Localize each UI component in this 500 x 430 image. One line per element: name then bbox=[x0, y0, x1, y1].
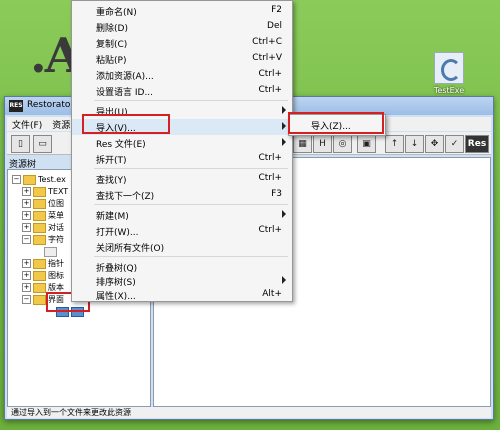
down-arrow-icon[interactable]: ↓ bbox=[405, 135, 424, 153]
menu-separator bbox=[94, 256, 288, 257]
dialog-icon[interactable]: ▣ bbox=[357, 135, 376, 153]
expand-icon[interactable]: + bbox=[22, 211, 31, 220]
check-icon[interactable]: ✓ bbox=[445, 135, 464, 153]
status-bar: 通过导入到一个文件来更改此资源 bbox=[7, 407, 491, 418]
res-icon[interactable]: Res bbox=[465, 135, 489, 153]
tree-item[interactable] bbox=[44, 246, 59, 258]
submenu-arrow-icon bbox=[282, 106, 286, 114]
menu-item-close-all[interactable]: 关闭所有文件(O) bbox=[72, 239, 292, 255]
view-icon[interactable]: ▦ bbox=[293, 135, 312, 153]
collapse-icon[interactable]: − bbox=[22, 235, 31, 244]
tree-item[interactable]: − Test.ex bbox=[12, 174, 66, 186]
folder-icon bbox=[33, 222, 46, 233]
menu-item-find-next[interactable]: 查找下一个(Z) F3 bbox=[72, 187, 292, 203]
highlight-box-import bbox=[82, 114, 170, 134]
menu-item-split[interactable]: 拆开(T) Ctrl+ bbox=[72, 151, 292, 167]
tree-item[interactable]: + 位图 bbox=[22, 198, 64, 210]
tree-item[interactable]: + 菜单 bbox=[22, 210, 64, 222]
up-arrow-icon[interactable]: ↑ bbox=[385, 135, 404, 153]
menu-item-set-language[interactable]: 设置语言 ID... Ctrl+ bbox=[72, 83, 292, 99]
menu-item-res-file[interactable]: Res 文件(E) bbox=[72, 135, 292, 151]
folder-icon bbox=[33, 234, 46, 245]
menu-item-rename[interactable]: 重命名(N) F2 bbox=[72, 3, 292, 19]
menu-separator bbox=[94, 168, 288, 169]
folder-icon bbox=[33, 294, 46, 305]
menu-separator bbox=[94, 100, 288, 101]
folder-icon bbox=[33, 258, 46, 269]
folder-icon bbox=[33, 210, 46, 221]
menu-separator bbox=[94, 204, 288, 205]
expand-icon[interactable]: + bbox=[22, 259, 31, 268]
menu-item-find[interactable]: 查找(Y) Ctrl+ bbox=[72, 171, 292, 187]
folder-icon bbox=[33, 270, 46, 281]
watermark: Baidu 经验 bbox=[330, 384, 419, 403]
collapse-icon[interactable]: − bbox=[22, 295, 31, 304]
rc-icon[interactable]: ◎ bbox=[333, 135, 352, 153]
file-icon bbox=[44, 246, 57, 257]
collapse-icon[interactable]: − bbox=[12, 175, 21, 184]
desktop-icon-label: TestExe bbox=[433, 86, 465, 95]
menu-item-paste[interactable]: 粘贴(P) Ctrl+V bbox=[72, 51, 292, 67]
move-icon[interactable]: ✥ bbox=[425, 135, 444, 153]
tree-item[interactable]: − 字符 bbox=[22, 234, 64, 246]
desktop-icon-testexe[interactable]: TestExe bbox=[420, 52, 478, 95]
expand-icon[interactable]: + bbox=[22, 199, 31, 208]
hex-icon[interactable]: H bbox=[313, 135, 332, 153]
expand-icon[interactable]: + bbox=[22, 187, 31, 196]
open-folder-icon[interactable]: ▭ bbox=[33, 135, 52, 153]
app-icon: RES bbox=[9, 100, 23, 112]
tree-item[interactable]: + 指针 bbox=[22, 258, 64, 270]
context-menu: 重命名(N) F2 删除(D) Del 复制(C) Ctrl+C 粘贴(P) Ctrl+… bbox=[71, 0, 293, 302]
menu-item-properties[interactable]: 属性(X)... Alt+ bbox=[72, 287, 292, 302]
submenu-arrow-icon bbox=[282, 210, 286, 218]
menu-item-add-resource[interactable]: 添加资源(A)... Ctrl+ bbox=[72, 67, 292, 83]
expand-icon[interactable]: + bbox=[22, 271, 31, 280]
folder-icon bbox=[33, 186, 46, 197]
tree-item[interactable]: + 对话 bbox=[22, 222, 64, 234]
submenu-arrow-icon bbox=[282, 138, 286, 146]
exe-icon bbox=[23, 174, 36, 185]
submenu-arrow-icon bbox=[282, 276, 286, 284]
highlight-box-submenu bbox=[288, 112, 384, 134]
expand-icon[interactable]: + bbox=[22, 283, 31, 292]
menu-item-new[interactable]: 新建(M) bbox=[72, 207, 292, 223]
exe-icon bbox=[434, 52, 464, 84]
submenu-arrow-icon bbox=[282, 122, 286, 130]
window-title: Restorator bbox=[27, 100, 75, 110]
tree-item[interactable]: + 图标 bbox=[22, 270, 64, 282]
menu-item-copy[interactable]: 复制(C) Ctrl+C bbox=[72, 35, 292, 51]
new-file-icon[interactable]: ▯ bbox=[11, 135, 30, 153]
folder-icon bbox=[33, 198, 46, 209]
folder-icon bbox=[33, 282, 46, 293]
menu-item-delete[interactable]: 删除(D) Del bbox=[72, 19, 292, 35]
tree-item[interactable]: + TEXT bbox=[22, 186, 68, 198]
menu-file[interactable]: 文件(F) bbox=[7, 117, 47, 132]
menu-item-open[interactable]: 打开(W)... Ctrl+ bbox=[72, 223, 292, 239]
expand-icon[interactable]: + bbox=[22, 223, 31, 232]
